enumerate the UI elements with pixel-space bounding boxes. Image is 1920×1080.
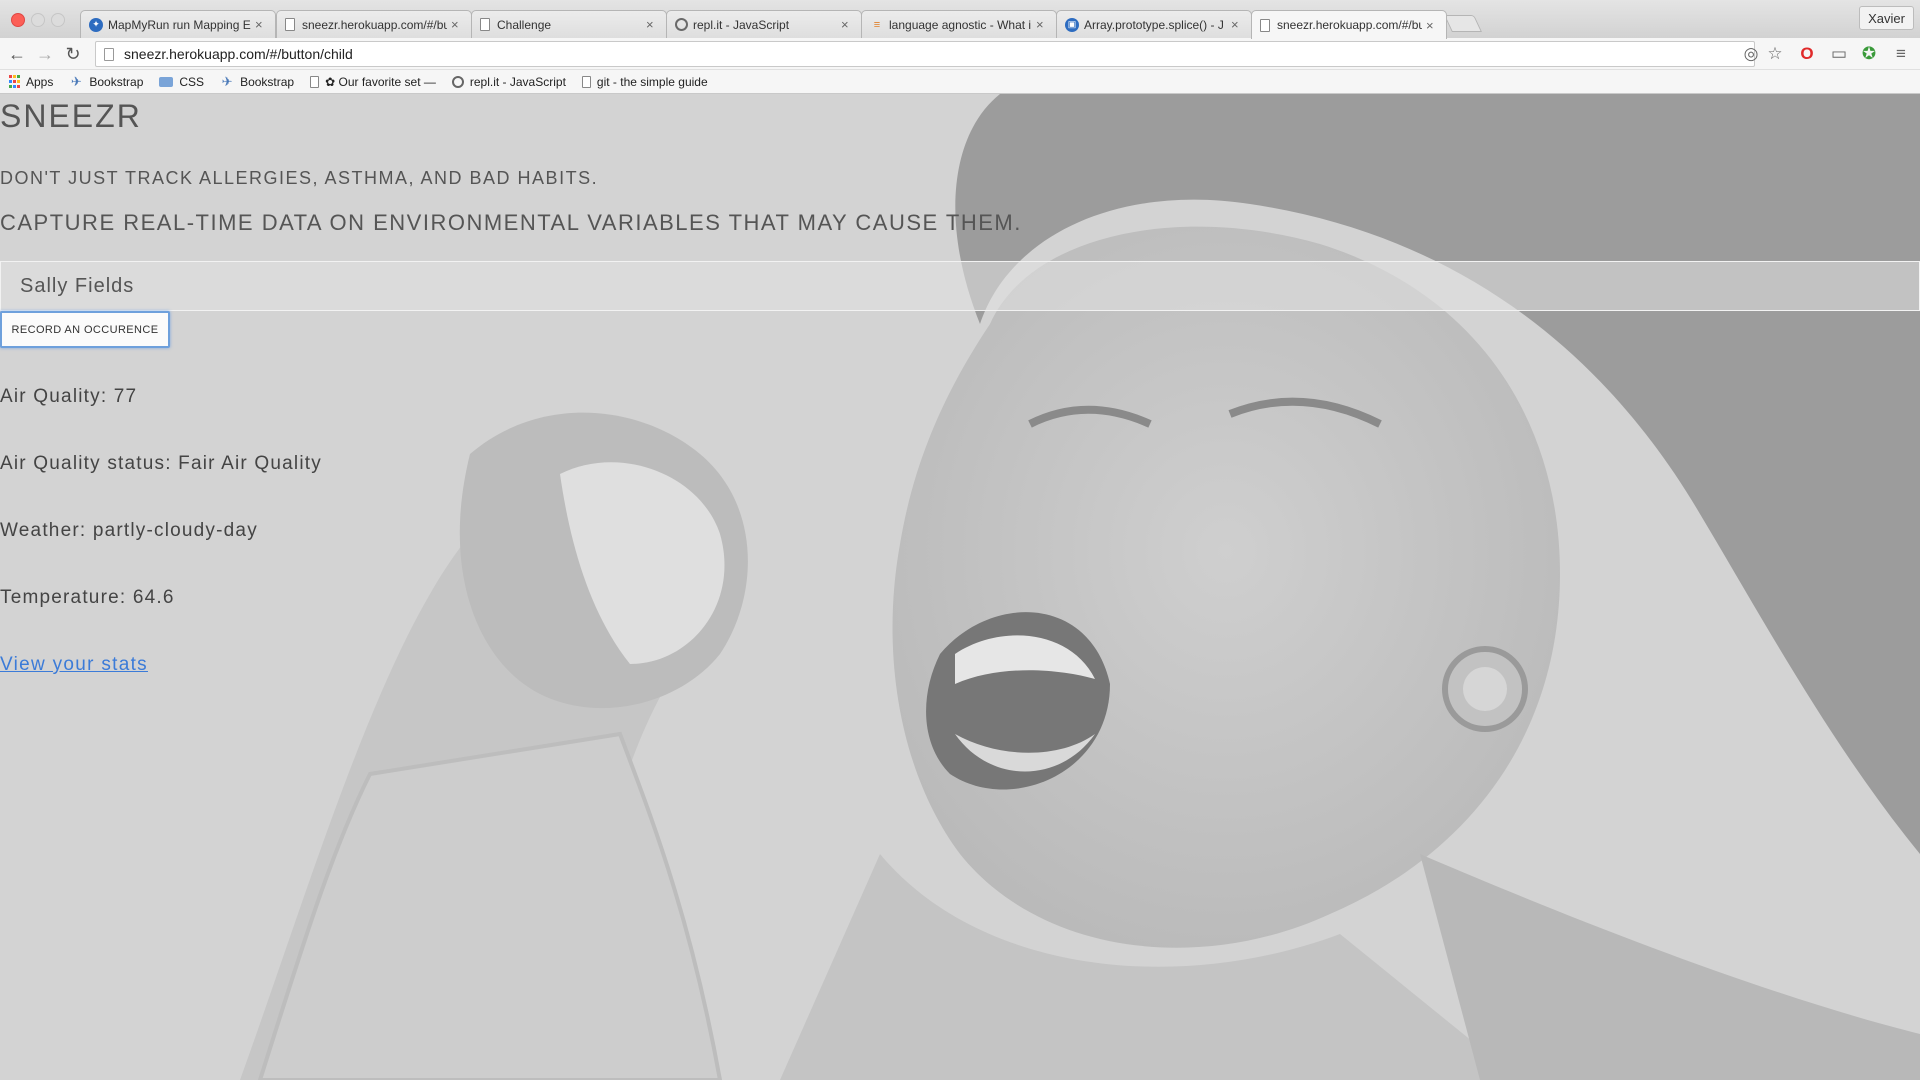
- tagline-secondary: CAPTURE REAL-TIME DATA ON ENVIRONMENTAL …: [0, 210, 1022, 235]
- weather-readout: Weather: partly-cloudy-day: [0, 520, 258, 541]
- bookmark-bookstrap[interactable]: ✈ Bookstrap: [69, 73, 144, 89]
- close-tab-icon[interactable]: ×: [1036, 17, 1048, 32]
- bookmark-star-icon[interactable]: ☆: [1764, 43, 1786, 65]
- bookmark-label: ✿ Our favorite set —: [325, 74, 436, 89]
- page-icon: [480, 18, 490, 31]
- tab-title: Array.prototype.splice() - J: [1084, 17, 1224, 32]
- bookmarks-bar: Apps ✈ Bookstrap CSS ✈ Bookstrap ✿ Our f…: [0, 70, 1920, 94]
- tab-title: language agnostic - What i: [889, 17, 1032, 32]
- mdn-icon: ▣: [1065, 17, 1079, 32]
- browser-toolbar: ← → ↻ sneezr.herokuapp.com/#/button/chil…: [0, 38, 1920, 70]
- page-icon: [581, 75, 591, 88]
- browser-tab[interactable]: ✦ MapMyRun run Mapping Ex ×: [80, 10, 276, 38]
- replit-icon: [451, 75, 464, 88]
- browser-tab[interactable]: ▣ Array.prototype.splice() - J ×: [1056, 10, 1252, 38]
- close-window-button[interactable]: [11, 13, 25, 27]
- new-tab-button[interactable]: [1444, 15, 1482, 32]
- bookmark-label: CSS: [179, 74, 205, 89]
- apps-icon: [8, 75, 20, 88]
- user-name-field[interactable]: [0, 261, 1920, 311]
- air-quality-status-readout: Air Quality status: Fair Air Quality: [0, 453, 322, 474]
- page-icon: [310, 75, 320, 88]
- browser-tab[interactable]: sneezr.herokuapp.com/#/bu ×: [276, 10, 472, 38]
- view-stats-link[interactable]: View your stats: [0, 654, 148, 676]
- forward-arrow-icon[interactable]: →: [33, 42, 57, 66]
- bookmark-label: Bookstrap: [240, 74, 295, 89]
- close-tab-icon[interactable]: ×: [1426, 18, 1438, 33]
- browser-tabstrip: ✦ MapMyRun run Mapping Ex × sneezr.herok…: [0, 0, 1920, 39]
- record-occurrence-button[interactable]: RECORD AN OCCURENCE: [0, 311, 170, 348]
- tab-title: sneezr.herokuapp.com/#/bu: [1277, 18, 1422, 32]
- browser-tab[interactable]: repl.it - JavaScript ×: [666, 10, 862, 38]
- back-arrow-icon[interactable]: ←: [5, 42, 29, 66]
- close-tab-icon[interactable]: ×: [255, 17, 267, 32]
- temperature-readout: Temperature: 64.6: [0, 587, 175, 608]
- close-tab-icon[interactable]: ×: [451, 17, 463, 32]
- bookmark-favorite-set[interactable]: ✿ Our favorite set —: [310, 75, 436, 89]
- page-viewport: SNEEZR DON'T JUST TRACK ALLERGIES, ASTHM…: [0, 94, 1920, 1080]
- folder-icon: [159, 76, 174, 87]
- close-tab-icon[interactable]: ×: [646, 17, 658, 32]
- close-tab-icon[interactable]: ×: [841, 17, 853, 32]
- browser-tab[interactable]: Challenge ×: [471, 10, 667, 38]
- tab-title: repl.it - JavaScript: [693, 17, 790, 32]
- page-icon: [104, 47, 114, 61]
- profile-button[interactable]: Xavier: [1859, 6, 1914, 30]
- page-icon: [1260, 18, 1270, 32]
- reload-icon[interactable]: ↻: [61, 42, 85, 66]
- tab-title: sneezr.herokuapp.com/#/bu: [302, 17, 447, 32]
- bookmark-label: repl.it - JavaScript: [469, 74, 566, 89]
- browser-tab-active[interactable]: sneezr.herokuapp.com/#/bu ×: [1251, 10, 1447, 39]
- cast-icon[interactable]: ▭: [1827, 43, 1851, 65]
- tab-title: MapMyRun run Mapping Ex: [108, 17, 251, 32]
- bookmark-replit[interactable]: repl.it - JavaScript: [451, 74, 566, 89]
- bookmark-label: git - the simple guide: [596, 74, 708, 89]
- bookmarklet-icon: ✈: [221, 73, 233, 89]
- address-bar[interactable]: sneezr.herokuapp.com/#/button/child: [95, 41, 1755, 67]
- bookmark-label: Bookstrap: [89, 74, 144, 89]
- menu-hamburger-icon[interactable]: ≡: [1890, 43, 1912, 65]
- stackoverflow-icon: ≡: [873, 18, 881, 31]
- browser-tab[interactable]: ≡ language agnostic - What i ×: [861, 10, 1057, 38]
- extension-icon[interactable]: ✪: [1858, 43, 1880, 65]
- air-quality-readout: Air Quality: 77: [0, 386, 138, 407]
- bookmark-apps[interactable]: Apps: [8, 75, 53, 89]
- tab-title: Challenge: [497, 17, 552, 32]
- close-tab-icon[interactable]: ×: [1231, 17, 1243, 32]
- bookmark-git-guide[interactable]: git - the simple guide: [581, 74, 708, 89]
- bookmark-folder-css[interactable]: CSS: [159, 75, 204, 89]
- page-icon: [285, 18, 295, 31]
- tagline-primary: DON'T JUST TRACK ALLERGIES, ASTHMA, AND …: [0, 168, 599, 188]
- brand-title: SNEEZR: [0, 98, 142, 134]
- bookmark-label: Apps: [26, 74, 54, 89]
- bookmark-bookstrap-2[interactable]: ✈ Bookstrap: [220, 73, 295, 89]
- bookmarklet-icon: ✈: [70, 73, 82, 89]
- url-text: sneezr.herokuapp.com/#/button/child: [124, 46, 353, 62]
- zoom-window-button[interactable]: [51, 13, 65, 27]
- opera-icon[interactable]: O: [1796, 43, 1818, 65]
- sneezing-woman-background-photo: [0, 94, 1920, 1080]
- location-target-icon[interactable]: ◎: [1740, 43, 1762, 65]
- minimize-window-button[interactable]: [31, 13, 45, 27]
- replit-icon: [675, 18, 688, 31]
- mapmyrun-icon: ✦: [89, 17, 103, 32]
